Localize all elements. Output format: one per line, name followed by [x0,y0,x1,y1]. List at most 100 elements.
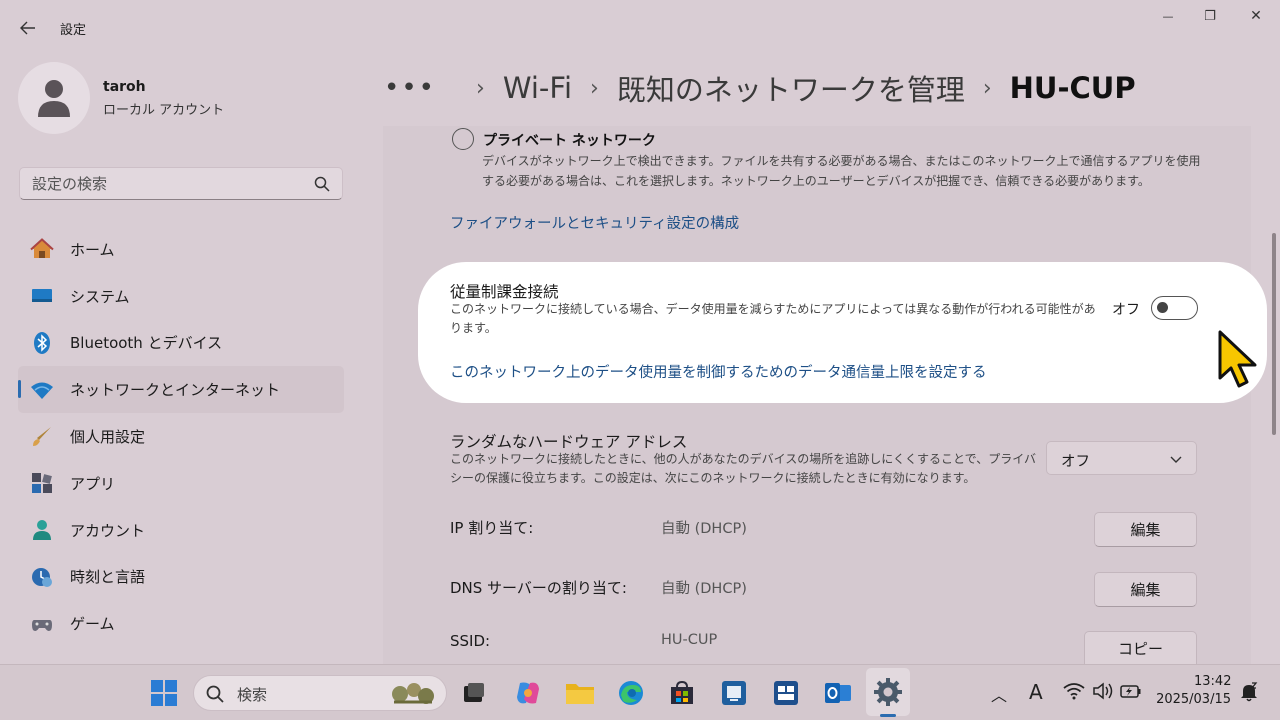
brush-icon [30,425,54,449]
system-icon [30,284,54,308]
sidebar-item-label: 時刻と言語 [70,568,146,587]
battery-charging-icon[interactable] [1120,683,1142,699]
edge-button[interactable] [615,677,647,709]
metered-connection-toggle[interactable] [1151,296,1198,320]
page-title: HU-CUP [1009,71,1136,105]
mouse-cursor-icon [1218,330,1257,388]
random-hw-address-description: このネットワークに接続したときに、他の人があなたのデバイスの場所を追跡しにくくす… [450,452,1036,485]
content-scrollbar[interactable] [1272,233,1276,435]
taskbar-search[interactable]: 検索 [193,675,447,711]
active-app-indicator [880,714,896,717]
person-icon [38,80,70,117]
data-limit-link[interactable]: このネットワーク上のデータ使用量を制御するためのデータ通信量上限を設定する [450,361,987,382]
minimize-icon: — [1162,9,1174,23]
dns-assignment-value: 自動 (DHCP) [661,581,747,597]
taskbar-search-label: 検索 [237,686,268,704]
random-hw-address-dropdown[interactable]: オフ [1046,441,1197,475]
app-button-1[interactable] [718,677,750,709]
breadcrumb-item-known-networks[interactable]: 既知のネットワークを管理 [617,67,965,109]
sidebar-item-label: ゲーム [70,615,115,634]
home-icon [30,237,54,261]
sidebar-item-label: ホーム [70,240,115,259]
search-input[interactable] [32,174,302,194]
gear-icon [874,678,902,706]
chevron-down-icon [1170,456,1182,463]
time-language-icon [30,565,54,589]
back-arrow-icon [20,21,35,35]
random-hw-address-title: ランダムなハードウェア アドレス [450,433,688,451]
private-network-label: プライベート ネットワーク [483,133,656,149]
windows-logo-icon [151,680,177,706]
search-icon [314,176,330,192]
restore-icon: ❐ [1204,8,1216,24]
close-icon: ✕ [1250,8,1262,24]
breadcrumb-item-wifi[interactable]: Wi-Fi [503,71,572,105]
task-view-button[interactable] [458,677,490,709]
profile-account-type: ローカル アカウント [103,102,225,118]
minimize-button[interactable]: — [1146,4,1190,28]
outlook-button[interactable] [822,677,854,709]
settings-search[interactable] [19,167,343,200]
sidebar-item-label: アプリ [70,474,116,493]
sidebar-item-accounts[interactable]: アカウント [18,507,344,554]
breadcrumb-overflow[interactable]: ••• [384,73,436,103]
ip-assignment-label: IP 割り当て: [450,519,534,537]
store-button[interactable] [666,677,698,709]
network-wifi-icon[interactable] [1063,682,1085,700]
news-app-icon [774,681,798,705]
ssid-label: SSID: [450,632,491,650]
tray-overflow-chevron[interactable]: ︿ [991,682,1007,706]
sidebar-item-label: システム [70,287,130,306]
firewall-settings-link[interactable]: ファイアウォールとセキュリティ設定の構成 [450,212,739,233]
metered-connection-title: 従量制課金接続 [450,283,559,301]
dns-assignment-label: DNS サーバーの割り当て: [450,579,627,597]
maximize-button[interactable]: ❐ [1188,4,1232,28]
clock-date[interactable]: 2025/03/15 [1151,692,1231,707]
private-network-radio[interactable] [452,128,474,150]
sidebar-item-label: Bluetooth とデバイス [70,334,223,353]
metered-toggle-state: オフ [1112,302,1140,318]
back-button[interactable] [14,16,42,40]
wifi-icon [30,378,54,402]
remote-app-icon [722,681,746,705]
breadcrumb-separator: › [590,75,599,101]
sidebar-item-bluetooth[interactable]: Bluetooth とデバイス [18,320,344,367]
sidebar-item-personalization[interactable]: 個人用設定 [18,413,344,460]
toggle-knob [1157,302,1168,313]
sidebar-item-apps[interactable]: アプリ [18,460,344,507]
ip-assignment-value: 自動 (DHCP) [661,521,747,537]
volume-icon[interactable] [1092,682,1114,700]
settings-app-button[interactable] [872,676,904,708]
breadcrumb: ••• › Wi-Fi › 既知のネットワークを管理 › HU-CUP [384,66,1136,110]
clock-time[interactable]: 13:42 [1194,674,1231,689]
search-icon [206,685,224,703]
ime-indicator[interactable]: A [1029,680,1043,704]
search-highlight-icon [392,683,434,704]
close-button[interactable]: ✕ [1234,4,1278,28]
sidebar-item-gaming[interactable]: ゲーム [18,600,344,647]
sidebar-nav: ホーム システム Bluetooth とデバイス ネットワークとインターネット … [18,226,344,647]
avatar [18,62,90,134]
copilot-button[interactable] [512,677,544,709]
ssid-copy-button[interactable]: コピー [1084,631,1197,664]
sidebar-item-label: ネットワークとインターネット [70,381,281,400]
sidebar-item-time-language[interactable]: 時刻と言語 [18,554,344,601]
user-profile[interactable]: taroh ローカル アカウント [18,62,224,134]
title-bar: 設定 — ❐ ✕ [0,0,1280,56]
notification-bell-icon[interactable] [1239,682,1259,702]
sidebar-item-home[interactable]: ホーム [18,226,344,273]
file-explorer-button[interactable] [564,677,596,709]
task-view-icon [464,683,484,702]
ip-edit-button[interactable]: 編集 [1094,512,1197,547]
app-button-2[interactable] [770,677,802,709]
breadcrumb-separator: › [982,75,992,101]
sidebar-item-label: 個人用設定 [70,428,146,447]
dropdown-selected-value: オフ [1061,454,1090,470]
store-icon [671,680,693,704]
sidebar-item-system[interactable]: システム [18,273,344,320]
app-title: 設定 [60,23,87,38]
sidebar-item-network[interactable]: ネットワークとインターネット [18,366,344,414]
start-button[interactable] [148,677,180,709]
copilot-icon [517,682,539,704]
dns-edit-button[interactable]: 編集 [1094,572,1197,607]
